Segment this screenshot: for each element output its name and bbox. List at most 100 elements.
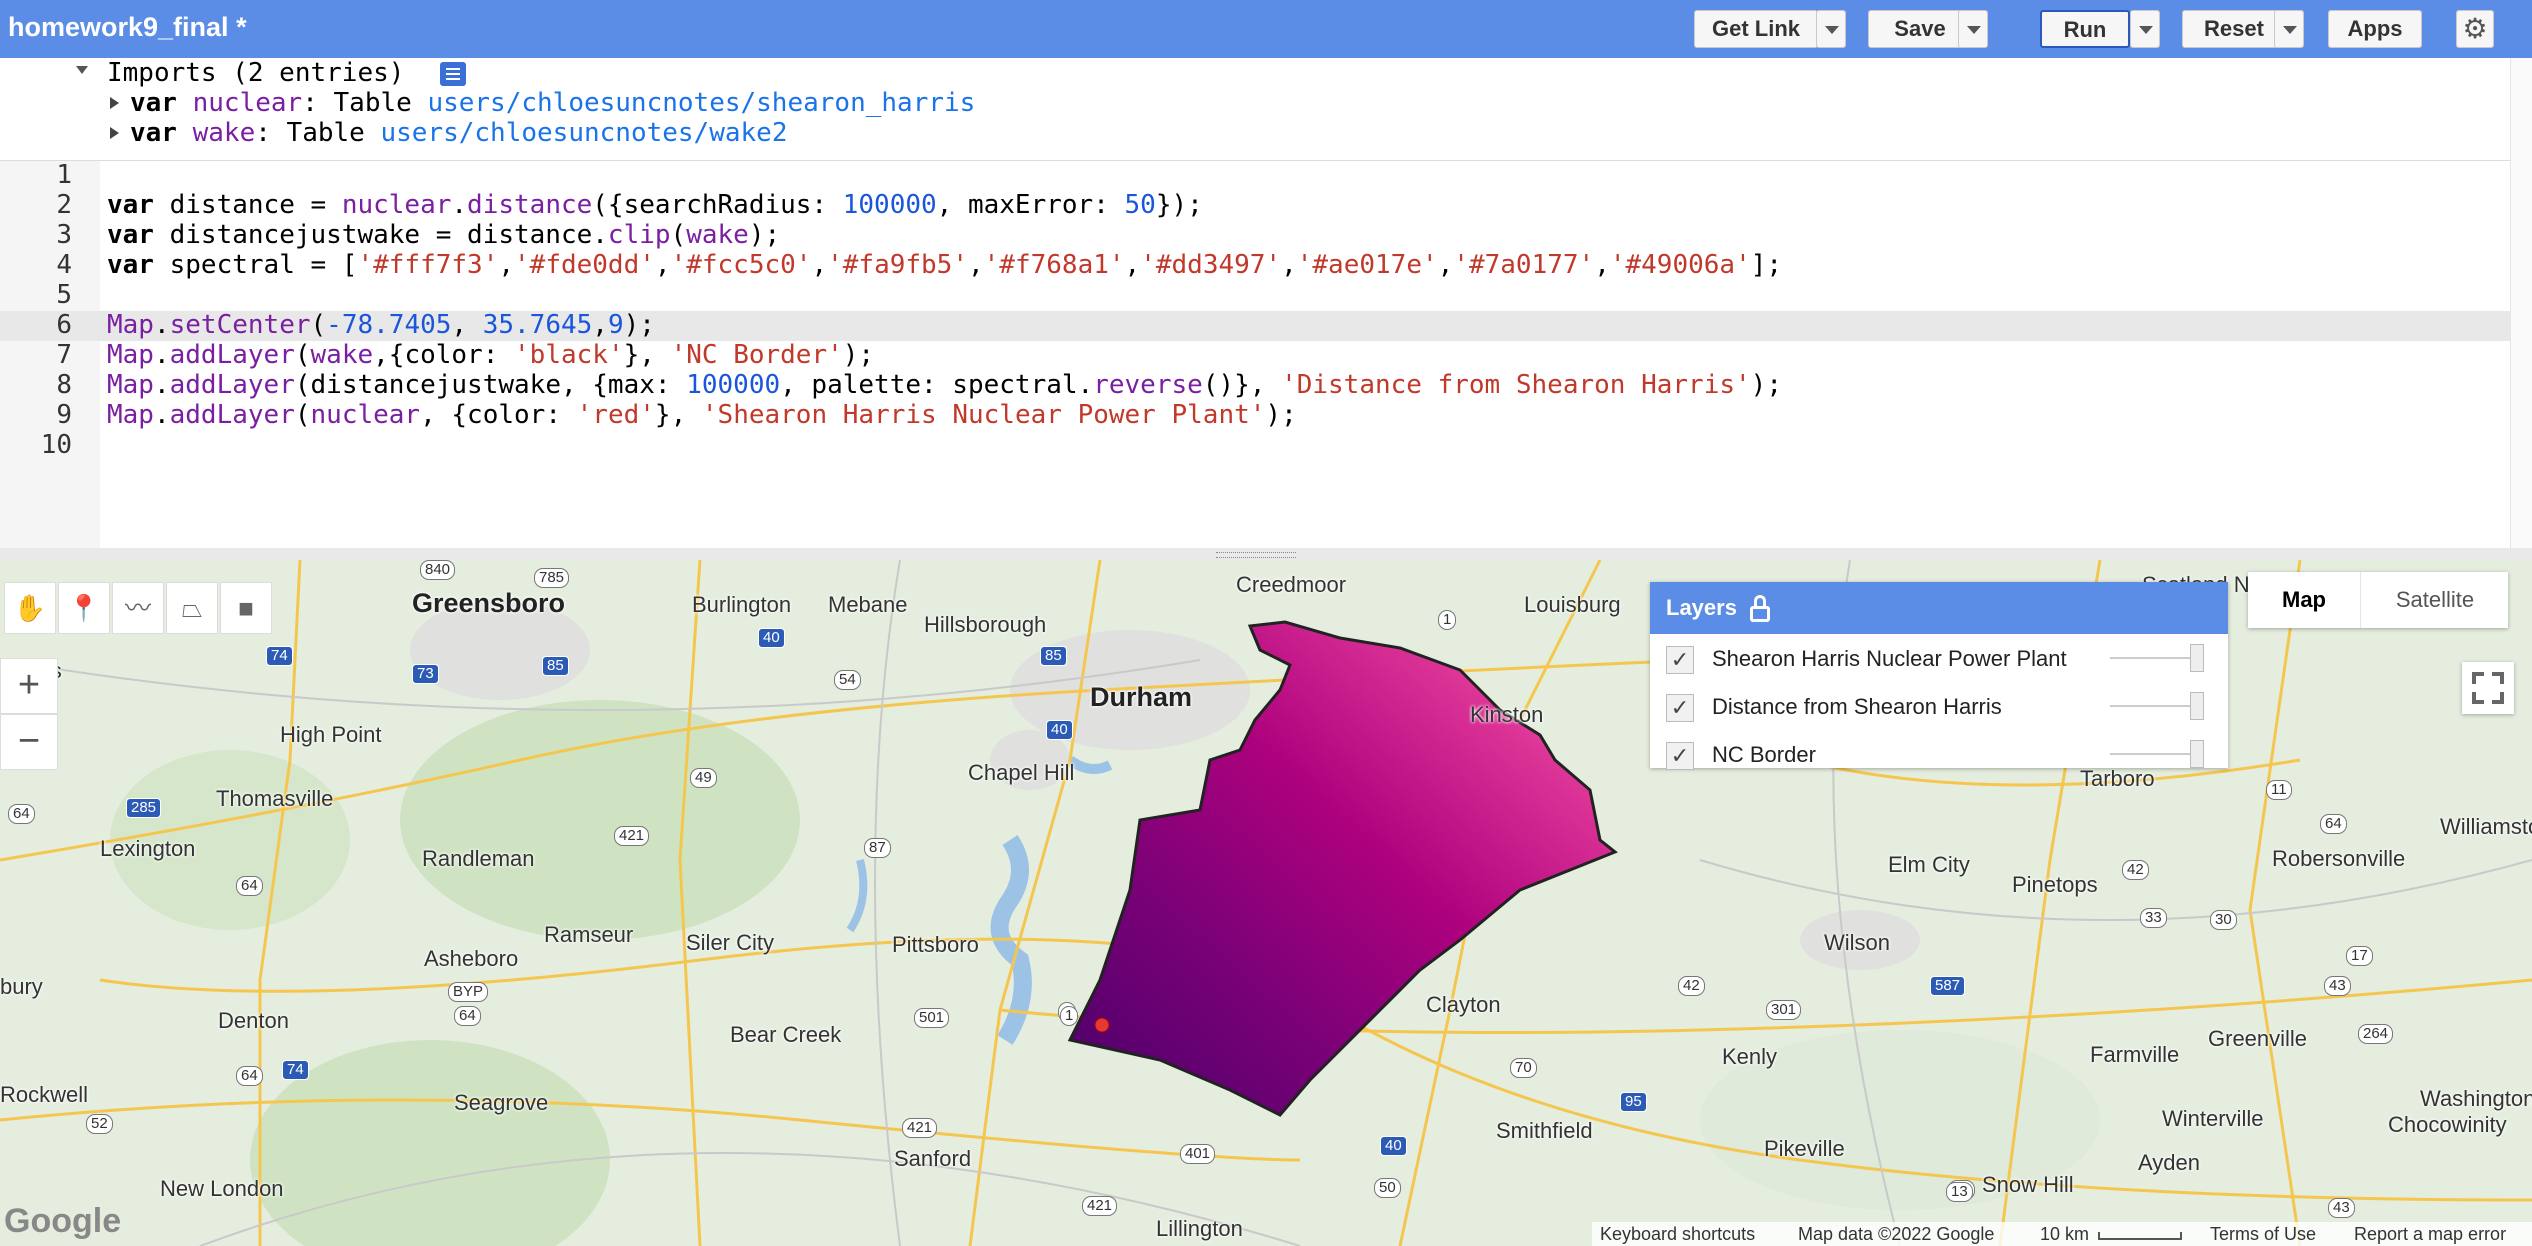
collapse-imports-icon[interactable]	[76, 66, 88, 74]
code-editor[interactable]: Imports (2 entries) var nuclear: Table u…	[0, 58, 2532, 548]
road-shield: 421	[902, 1118, 938, 1138]
map-place-label: Sanford	[894, 1146, 972, 1171]
apps-button[interactable]: Apps	[2328, 10, 2422, 48]
opacity-slider-thumb[interactable]	[2190, 740, 2204, 768]
map-place-label: Durham	[1090, 682, 1193, 712]
map-place-label: Bear Creek	[730, 1022, 842, 1047]
get-link-dropdown[interactable]	[1816, 10, 1846, 48]
code-line[interactable]: var distance = nuclear.distance({searchR…	[107, 190, 1203, 220]
code-line[interactable]: Map.addLayer(wake,{color: 'black'}, 'NC …	[107, 340, 874, 370]
expand-import-icon[interactable]	[110, 97, 119, 109]
map-type-control: Map Satellite	[2248, 572, 2508, 628]
draw-rectangle-icon[interactable]: ■	[220, 582, 272, 634]
map-type-satellite[interactable]: Satellite	[2360, 572, 2509, 628]
map-place-label: Rockwell	[0, 1082, 89, 1107]
scale-bar	[2098, 1232, 2182, 1240]
imports-list-icon[interactable]	[440, 62, 466, 86]
road-shield: 64	[8, 804, 35, 824]
layer-checkbox[interactable]: ✓	[1666, 742, 1694, 770]
layer-name: Distance from Shearon Harris	[1712, 694, 2002, 719]
road-shield: 64	[2320, 814, 2347, 834]
map-type-map[interactable]: Map	[2248, 572, 2360, 628]
keyboard-shortcuts-link[interactable]: Keyboard shortcuts	[1600, 1224, 1755, 1245]
road-shield: 1	[1060, 1006, 1079, 1026]
map-place-label: Hillsborough	[924, 612, 1047, 637]
panel-splitter[interactable]	[0, 548, 2532, 560]
draw-polygon-icon[interactable]: ⏢	[166, 582, 218, 634]
road-shield: 64	[236, 876, 263, 896]
map-place-label: Elm City	[1888, 852, 1970, 877]
road-shield: 421	[1082, 1196, 1118, 1216]
opacity-slider-thumb[interactable]	[2190, 644, 2204, 672]
zoom-in-button[interactable]: +	[0, 658, 58, 714]
map-place-label: Denton	[218, 1008, 289, 1033]
terms-of-use-link[interactable]: Terms of Use	[2210, 1224, 2316, 1245]
get-link-button[interactable]: Get Link	[1694, 10, 1818, 48]
imports-header: Imports (2 entries)	[107, 58, 405, 88]
map-place-label: Ayden	[2138, 1150, 2200, 1175]
editor-scrollbar[interactable]	[2510, 58, 2532, 548]
code-line[interactable]: Map.setCenter(-78.7405, 35.7645,9);	[107, 310, 655, 340]
save-button[interactable]: Save	[1868, 10, 1972, 48]
road-shield: 42	[2122, 860, 2149, 880]
reset-dropdown[interactable]	[2274, 10, 2304, 48]
map-data-text: Map data ©2022 Google	[1798, 1224, 1995, 1244]
map-place-label: Chapel Hill	[968, 760, 1075, 785]
map-place-label: Clayton	[1426, 992, 1501, 1017]
layers-title: Layers	[1666, 595, 1737, 620]
reset-button[interactable]: Reset	[2182, 10, 2286, 48]
road-shield: 40	[1380, 1136, 1407, 1156]
code-line[interactable]: var spectral = ['#fff7f3','#fde0dd','#fc…	[107, 250, 1782, 280]
opacity-slider-track[interactable]	[2110, 705, 2200, 707]
imports-panel: Imports (2 entries) var nuclear: Table u…	[0, 58, 2510, 161]
code-line[interactable]: Map.addLayer(nuclear, {color: 'red'}, 'S…	[107, 400, 1297, 430]
layer-checkbox[interactable]: ✓	[1666, 646, 1694, 674]
import-entry[interactable]: var wake: Table users/chloesuncnotes/wak…	[130, 118, 787, 148]
settings-gear-icon[interactable]: ⚙	[2456, 10, 2494, 48]
line-number: 10	[40, 430, 72, 460]
opacity-slider-thumb[interactable]	[2190, 692, 2204, 720]
run-button[interactable]: Run	[2040, 10, 2130, 48]
map-place-label: bury	[0, 974, 43, 999]
report-map-error-link[interactable]: Report a map error	[2354, 1224, 2506, 1245]
road-shield: 50	[1374, 1178, 1401, 1198]
pan-hand-icon[interactable]: ✋	[4, 582, 56, 634]
map-place-label: Thomasville	[216, 786, 334, 811]
map-attribution: Keyboard shortcuts Map data ©2022 Google…	[1592, 1222, 2532, 1246]
fullscreen-icon[interactable]	[2462, 662, 2514, 714]
map-place-label: Louisburg	[1524, 592, 1621, 617]
map-place-label: New London	[160, 1176, 284, 1201]
draw-line-icon[interactable]: 〰	[112, 582, 164, 634]
layer-checkbox[interactable]: ✓	[1666, 694, 1694, 722]
road-shield: 587	[1930, 976, 1966, 996]
map-place-label: Winterville	[2162, 1106, 2264, 1131]
code-line[interactable]: Map.addLayer(distancejustwake, {max: 100…	[107, 370, 1782, 400]
map-place-label: Greensboro	[412, 588, 566, 618]
line-number: 1	[56, 160, 72, 190]
layer-row: ✓ Shearon Harris Nuclear Power Plant	[1650, 634, 2228, 682]
road-shield: 285	[126, 798, 162, 818]
road-shield: 73	[412, 664, 439, 684]
import-entry[interactable]: var nuclear: Table users/chloesuncnotes/…	[130, 88, 975, 118]
opacity-slider-track[interactable]	[2110, 753, 2200, 755]
script-title[interactable]: homework9_final *	[8, 12, 247, 43]
layers-panel: Layers ✓ Shearon Harris Nuclear Power Pla…	[1650, 582, 2228, 770]
map-view[interactable]: Greensboro Burlington Mebane Hillsborough Cr…	[0, 560, 2532, 1246]
road-shield: 43	[2324, 976, 2351, 996]
add-marker-icon[interactable]: 📍	[58, 582, 110, 634]
layers-header: Layers	[1650, 582, 2228, 634]
expand-import-icon[interactable]	[110, 127, 119, 139]
code-line[interactable]: var distancejustwake = distance.clip(wak…	[107, 220, 780, 250]
zoom-out-button[interactable]: −	[0, 714, 58, 770]
road-shield: 42	[1678, 976, 1705, 996]
road-shield: 1	[1438, 610, 1457, 630]
opacity-slider-track[interactable]	[2110, 657, 2200, 659]
run-dropdown[interactable]	[2130, 10, 2160, 48]
layer-row: ✓ Distance from Shearon Harris	[1650, 682, 2228, 730]
road-shield: 87	[864, 838, 891, 858]
save-dropdown[interactable]	[1958, 10, 1988, 48]
line-number: 9	[56, 400, 72, 430]
unlock-icon[interactable]	[1750, 595, 1770, 622]
road-shield: BYP	[448, 982, 489, 1002]
layer-name: NC Border	[1712, 742, 1816, 767]
